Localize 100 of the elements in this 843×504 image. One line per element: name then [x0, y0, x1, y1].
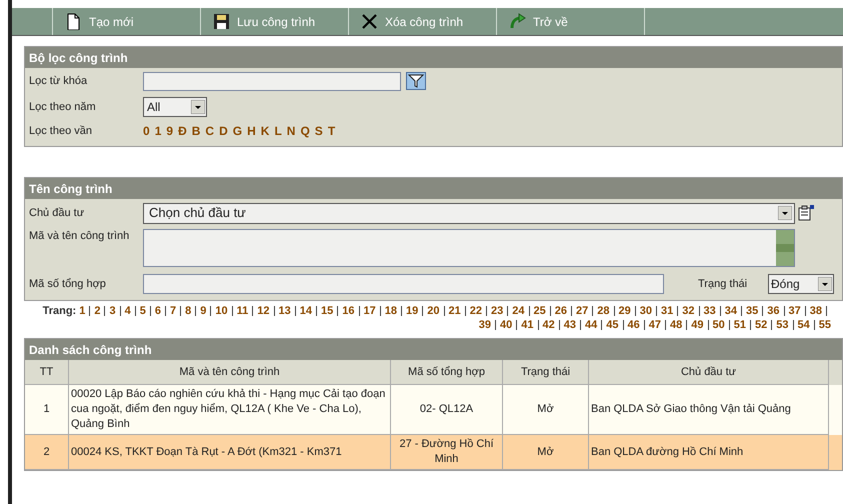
close-icon	[361, 13, 378, 30]
section-header: Tên công trình	[25, 178, 842, 199]
page-link[interactable]: 26	[554, 305, 567, 317]
field-label: Trạng thái	[698, 276, 748, 292]
page-link[interactable]: 5	[140, 305, 146, 317]
field-label: Lọc theo vần	[29, 124, 93, 139]
letter-link[interactable]: C	[205, 122, 214, 140]
letter-link[interactable]: Đ	[178, 122, 187, 140]
owner-dropdown[interactable]: Chọn chủ đầu tư	[143, 202, 795, 224]
page-link[interactable]: 23	[491, 305, 504, 317]
page-link[interactable]: 42	[542, 319, 555, 331]
caret-icon	[818, 277, 832, 291]
page-link[interactable]: 27	[576, 305, 588, 317]
name-field[interactable]	[143, 229, 795, 267]
table-cell: 00024 KS, TKKT Đoạn Tà Rụt - A Đớt (Km321 - Km371	[69, 435, 391, 470]
page-link[interactable]: 37	[788, 305, 801, 317]
letter-link[interactable]: 1	[154, 122, 162, 140]
letter-link[interactable]: S	[314, 122, 323, 140]
letter-link[interactable]: T	[328, 122, 336, 140]
page-link[interactable]: 15	[321, 305, 334, 317]
year-dropdown[interactable]: All	[143, 97, 207, 117]
page-link[interactable]: 19	[406, 305, 418, 317]
page-link[interactable]: 52	[755, 319, 768, 331]
status-dropdown[interactable]: Đóng	[768, 274, 834, 294]
field-label: Lọc theo năm	[29, 100, 97, 115]
page-link[interactable]: 34	[724, 305, 737, 317]
page-link[interactable]: 30	[640, 305, 652, 317]
page-link[interactable]: 47	[648, 319, 661, 331]
code-field[interactable]	[143, 274, 664, 294]
page-link[interactable]: 14	[300, 305, 312, 317]
field-label: Mã số tổng hợp	[29, 276, 107, 292]
page-link[interactable]: 24	[512, 305, 524, 317]
page-link[interactable]: 4	[124, 305, 131, 317]
page-link[interactable]: 51	[734, 319, 746, 331]
clipboard-icon[interactable]	[797, 204, 815, 222]
page-link[interactable]: 25	[534, 305, 546, 317]
page-link[interactable]: 39	[478, 319, 491, 331]
curved-arrow-icon	[509, 13, 526, 30]
letter-link[interactable]: K	[260, 122, 270, 140]
letter-link[interactable]: G	[232, 122, 242, 140]
table-cell: 27 - Đường Hồ Chí Minh	[391, 435, 503, 470]
page-link[interactable]: 45	[606, 319, 618, 331]
page-link[interactable]: 50	[712, 319, 725, 331]
page-link[interactable]: 21	[448, 305, 461, 317]
page-link[interactable]: 2	[94, 305, 100, 317]
page-link[interactable]: 17	[364, 305, 376, 317]
page-link[interactable]: 44	[585, 319, 598, 331]
section-header: Bộ lọc công trình	[25, 47, 842, 68]
page-link[interactable]: 43	[564, 319, 576, 331]
scrollbar	[776, 230, 794, 266]
page-link[interactable]: 53	[776, 319, 788, 331]
table-cell: 2	[25, 435, 69, 470]
page-link[interactable]: 9	[200, 305, 206, 317]
letter-link[interactable]: 0	[143, 122, 150, 140]
page-link[interactable]: 49	[691, 319, 704, 331]
letter-link[interactable]: L	[274, 122, 282, 140]
table-cell: Mở	[503, 435, 589, 470]
table-row[interactable]: 1 00020 Lập Báo cáo nghiên cứu khả thi - Hạng mục Cải tạo đoạn cua ngoặt, điểm đen nguy hiểm, QL12A ( Khe Ve - Cha Lo), Quảng Bình 02- QL12A Mở Ban QLDA Sở Giao thông Vận tải Quảng	[25, 385, 842, 435]
page-link[interactable]: 28	[597, 305, 610, 317]
letter-link[interactable]: H	[247, 122, 256, 140]
page-link[interactable]: 35	[746, 305, 758, 317]
page-link[interactable]: 32	[682, 305, 694, 317]
page-link[interactable]: 55	[818, 319, 831, 331]
page-link[interactable]: 3	[109, 305, 116, 317]
field-label: Chủ đầu tư	[29, 206, 86, 221]
page-link[interactable]: 20	[427, 305, 440, 317]
keyword-field[interactable]	[143, 72, 401, 90]
page-link[interactable]: 46	[628, 319, 640, 331]
letter-link[interactable]: D	[219, 122, 228, 140]
page-link[interactable]: 6	[154, 305, 161, 317]
page-link[interactable]: 16	[342, 305, 354, 317]
page-link[interactable]: 8	[185, 305, 192, 317]
field-label: Lọc từ khóa	[29, 74, 88, 89]
letter-link[interactable]: Q	[300, 122, 310, 140]
page-link[interactable]: 29	[618, 305, 631, 317]
field-label: Mã và tên công trình	[29, 229, 130, 244]
page-link[interactable]: 11	[236, 305, 248, 317]
filter-icon[interactable]	[406, 72, 426, 90]
page-link[interactable]: 13	[278, 305, 291, 317]
page-link[interactable]: 48	[670, 319, 682, 331]
page-link[interactable]: 31	[661, 305, 674, 317]
page-link[interactable]: 22	[470, 305, 482, 317]
page-link[interactable]: 18	[384, 305, 397, 317]
page-link[interactable]: 54	[798, 319, 810, 331]
letter-link[interactable]: N	[286, 122, 296, 140]
letter-link[interactable]: 9	[166, 122, 174, 140]
page-link[interactable]: 38	[810, 305, 822, 317]
section-header: Danh sách công trình	[25, 339, 842, 360]
page-link[interactable]: 1	[79, 305, 86, 317]
page-link[interactable]: 36	[767, 305, 780, 317]
page-link[interactable]: 41	[521, 319, 534, 331]
caret-icon	[191, 100, 205, 114]
table-row[interactable]: 2 00024 KS, TKKT Đoạn Tà Rụt - A Đớt (Km321 - Km371 27 - Đường Hồ Chí Minh Mở Ban QLDA đường Hồ Chí Minh	[25, 435, 842, 470]
page-link[interactable]: 10	[215, 305, 228, 317]
pager-label: Trang:	[42, 305, 76, 317]
page-link[interactable]: 7	[170, 305, 176, 317]
page-link[interactable]: 40	[500, 319, 512, 331]
letter-link[interactable]: B	[192, 122, 200, 140]
page-link[interactable]: 12	[257, 305, 270, 317]
page-link[interactable]: 33	[704, 305, 716, 317]
